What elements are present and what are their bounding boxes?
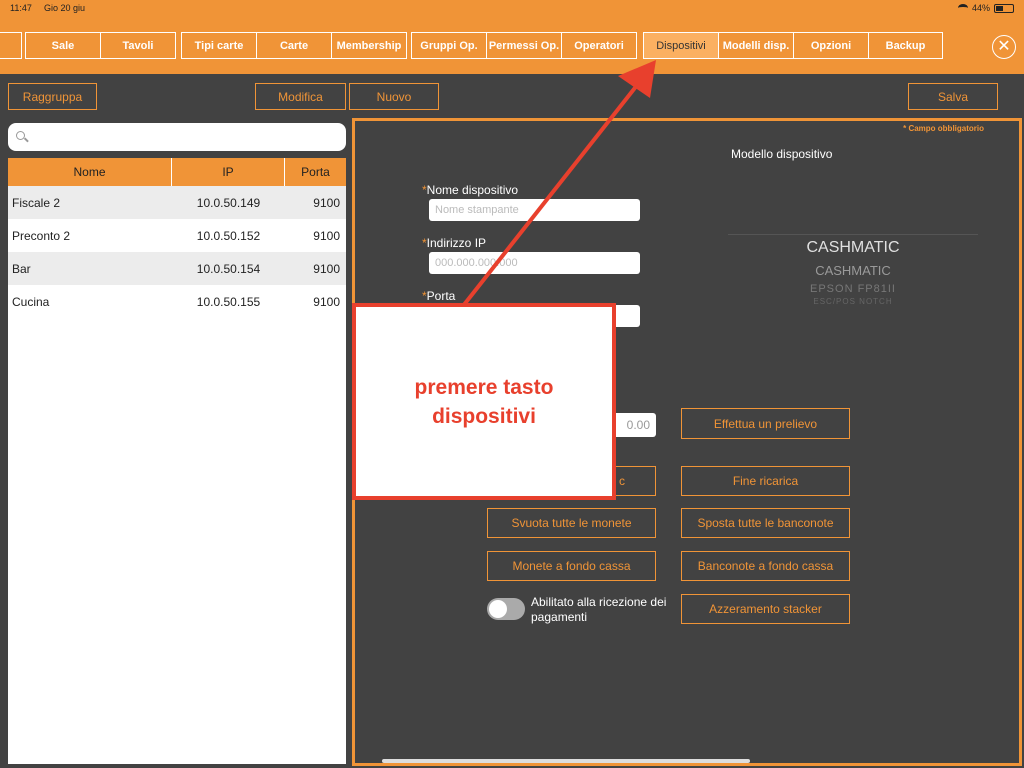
arrow-head xyxy=(618,60,656,98)
callout-text: premere tasto dispositivi xyxy=(414,375,554,428)
annotation-callout: premere tasto dispositivi xyxy=(352,303,616,500)
arrow-shaft xyxy=(461,82,640,308)
